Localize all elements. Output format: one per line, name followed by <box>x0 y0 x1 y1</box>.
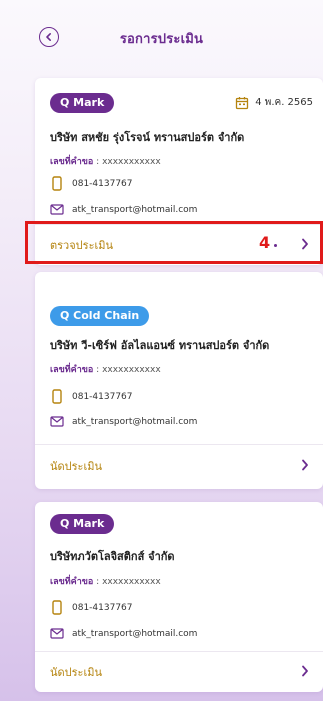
calendar-icon <box>236 96 249 109</box>
request-number-label: เลขที่คำขอ <box>50 577 94 587</box>
mail-icon <box>50 628 64 639</box>
step-highlight-box <box>25 221 323 264</box>
schedule-action-row[interactable]: นัดประเมิน <box>35 445 323 485</box>
standard-badge: Q Mark <box>50 514 115 534</box>
schedule-action-row[interactable]: นัดประเมิน <box>35 651 323 691</box>
email-address: atk_transport@hotmail.com <box>72 628 198 639</box>
request-number-value: : xxxxxxxxxxx <box>93 577 161 587</box>
phone-number: 081-4137767 <box>72 178 133 189</box>
request-number-value: : xxxxxxxxxxx <box>93 157 161 167</box>
page-title: รอการประเมิน <box>119 32 204 47</box>
email-row: atk_transport@hotmail.com <box>50 628 197 639</box>
request-number: เลขที่คำขอ : xxxxxxxxxxx <box>50 362 161 376</box>
chevron-right-icon <box>302 665 308 677</box>
standard-badge: Q Mark <box>50 93 115 113</box>
date-row: 4 พ.ค. 2565 <box>235 95 313 110</box>
phone-row: 081-4137767 <box>50 176 133 191</box>
phone-icon <box>52 176 62 191</box>
phone-number: 081-4137767 <box>72 602 133 613</box>
phone-number: 081-4137767 <box>72 391 133 402</box>
phone-icon <box>52 600 62 615</box>
email-row: atk_transport@hotmail.com <box>50 416 197 427</box>
mail-icon <box>50 416 64 427</box>
company-name: บริษัทภวัตโลจิสติกส์ จำกัด <box>50 550 175 563</box>
request-date: 4 พ.ค. 2565 <box>255 97 313 108</box>
step-number-dot <box>274 244 277 247</box>
step-number-label: 4 <box>259 233 271 252</box>
phone-row: 081-4137767 <box>50 600 133 615</box>
standard-badge: Q Cold Chain <box>50 306 150 326</box>
request-number-value: : xxxxxxxxxxx <box>93 365 161 375</box>
schedule-action-label: นัดประเมิน <box>50 460 102 473</box>
email-row: atk_transport@hotmail.com <box>50 204 197 215</box>
mail-icon <box>50 204 64 215</box>
phone-icon <box>52 389 62 404</box>
email-address: atk_transport@hotmail.com <box>72 416 198 427</box>
request-number: เลขที่คำขอ : xxxxxxxxxxx <box>50 154 161 168</box>
request-number: เลขที่คำขอ : xxxxxxxxxxx <box>50 574 161 588</box>
schedule-action-label: นัดประเมิน <box>50 666 102 679</box>
request-number-label: เลขที่คำขอ <box>50 365 94 375</box>
header: รอการประเมิน <box>0 0 323 78</box>
company-name: บริษัท สหชัย รุ่งโรจน์ ทรานสปอร์ต จำกัด <box>50 131 245 144</box>
request-number-label: เลขที่คำขอ <box>50 157 94 167</box>
assessment-card[interactable]: Q Cold Chain บริษัท วี-เซิร์ฟ อัลไลแอนซ์… <box>35 272 323 489</box>
email-address: atk_transport@hotmail.com <box>72 204 198 215</box>
company-name: บริษัท วี-เซิร์ฟ อัลไลแอนซ์ ทรานสปอร์ต จ… <box>50 339 270 352</box>
phone-row: 081-4137767 <box>50 389 133 404</box>
assessment-card[interactable]: Q Mark บริษัทภวัตโลจิสติกส์ จำกัด เลขที่… <box>35 502 323 692</box>
chevron-right-icon <box>302 459 308 471</box>
